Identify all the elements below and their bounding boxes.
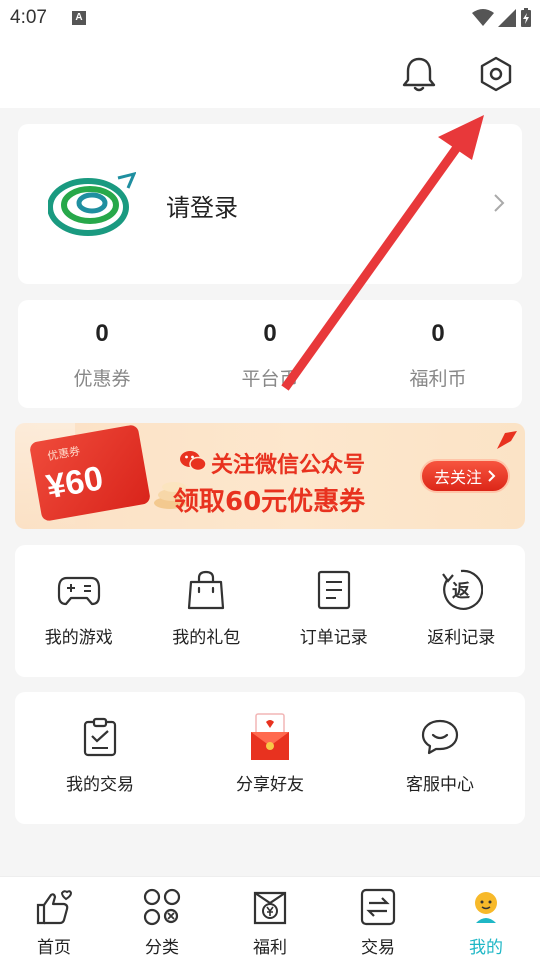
- wechat-icon: [180, 451, 207, 472]
- stat-platform-coins[interactable]: 0 平台币: [186, 300, 354, 408]
- stat-label: 优惠券: [73, 368, 131, 390]
- coupon-tag: 优惠券: [46, 444, 82, 464]
- flag-decoration-icon: [497, 431, 517, 449]
- login-card[interactable]: 请登录: [18, 124, 522, 284]
- stat-label: 平台币: [241, 368, 299, 390]
- stats-card: 0 优惠券 0 平台币 0 福利币: [18, 300, 522, 408]
- tab-label: 福利: [253, 938, 287, 958]
- follow-button[interactable]: 去关注: [420, 459, 510, 493]
- gamepad-icon: [57, 576, 100, 606]
- tab-welfare[interactable]: 福利: [216, 877, 324, 960]
- settings-button[interactable]: [474, 52, 518, 96]
- menu-my-gifts[interactable]: 我的礼包: [143, 545, 271, 677]
- menu-label: 分享好友: [236, 775, 304, 795]
- notification-badge: A: [72, 11, 86, 25]
- clipboard-check-icon: [83, 717, 117, 757]
- menu-label: 订单记录: [299, 628, 368, 648]
- tab-label: 分类: [145, 938, 179, 958]
- stat-value: 0: [263, 320, 277, 347]
- stat-label: 福利币: [409, 368, 467, 390]
- system-icons: [472, 8, 532, 28]
- signal-icon: [498, 9, 516, 27]
- app-logo: [48, 172, 136, 236]
- tab-label: 首页: [37, 938, 71, 958]
- welfare-yen-icon: [253, 891, 287, 925]
- menu-label: 客服中心: [406, 775, 474, 795]
- trade-swap-icon: [360, 888, 396, 926]
- rebate-icon: 返: [442, 569, 484, 610]
- shortcuts-card-secondary: 我的交易 分享好友 客服中心: [15, 692, 525, 824]
- bottom-tab-bar: 首页 分类 福利 交易 我的: [0, 876, 540, 960]
- status-time: 4:07: [10, 7, 47, 28]
- order-list-icon: [317, 570, 350, 610]
- shortcuts-card-primary: 我的游戏 我的礼包 订单记录 返 返利记录: [15, 545, 525, 677]
- banner-subtitle: 领取60元优惠券: [173, 487, 366, 517]
- bell-icon: [402, 57, 436, 92]
- red-envelope-icon: [251, 713, 289, 760]
- chevron-right-icon: [494, 194, 505, 212]
- stat-value: 0: [431, 320, 445, 347]
- menu-label: 返利记录: [427, 628, 496, 648]
- thumbs-up-heart-icon: [36, 890, 73, 925]
- settings-hexagon-icon: [480, 56, 512, 92]
- chat-bubble-icon: [421, 719, 459, 755]
- tab-label: 交易: [361, 938, 395, 958]
- menu-share-friends[interactable]: 分享好友: [185, 692, 355, 824]
- menu-label: 我的交易: [66, 775, 134, 795]
- tab-trade[interactable]: 交易: [324, 877, 432, 960]
- tab-home[interactable]: 首页: [0, 877, 108, 960]
- battery-icon: [521, 8, 531, 27]
- menu-my-games[interactable]: 我的游戏: [15, 545, 143, 677]
- stat-value: 0: [95, 320, 109, 347]
- menu-label: 我的游戏: [44, 628, 113, 648]
- tab-label: 我的: [469, 938, 503, 958]
- tab-category[interactable]: 分类: [108, 877, 216, 960]
- menu-label: 我的礼包: [172, 628, 241, 648]
- menu-rebate-records[interactable]: 返 返利记录: [398, 545, 526, 677]
- status-bar: 4:07 A: [0, 0, 540, 38]
- chevron-right-icon: [488, 470, 496, 482]
- profile-avatar-icon: [475, 892, 497, 923]
- top-bar: [0, 38, 540, 108]
- wifi-icon: [472, 9, 494, 26]
- login-prompt: 请登录: [166, 194, 238, 222]
- rebate-glyph: 返: [452, 581, 470, 602]
- follow-button-label: 去关注: [433, 468, 482, 487]
- notifications-button[interactable]: [397, 52, 441, 96]
- category-grid-icon: [143, 888, 181, 926]
- menu-order-records[interactable]: 订单记录: [270, 545, 398, 677]
- tab-mine[interactable]: 我的: [432, 877, 540, 960]
- stat-welfare-coins[interactable]: 0 福利币: [354, 300, 522, 408]
- coupon-amount: ¥60: [43, 459, 107, 507]
- menu-my-trades[interactable]: 我的交易: [15, 692, 185, 824]
- wechat-promo-banner[interactable]: 优惠券 ¥60 关注微信公众号 领取60元优惠券 去关注: [15, 423, 525, 529]
- stat-coupons[interactable]: 0 优惠券: [18, 300, 186, 408]
- gift-bag-icon: [188, 570, 225, 610]
- menu-customer-service[interactable]: 客服中心: [355, 692, 525, 824]
- banner-title: 关注微信公众号: [211, 453, 366, 478]
